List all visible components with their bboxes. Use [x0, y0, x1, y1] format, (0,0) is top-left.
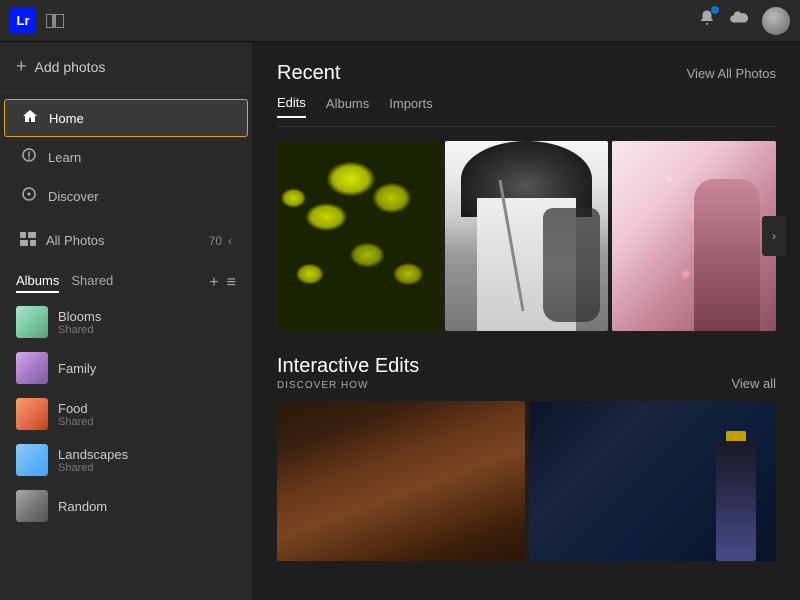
photo-cell-leaves[interactable] [277, 141, 441, 331]
view-all-interactive-link[interactable]: View all [731, 376, 776, 391]
album-thumb-family [16, 352, 48, 384]
album-info-blooms: Blooms Shared [58, 309, 101, 336]
interactive-cell-hair[interactable] [277, 401, 525, 561]
app-body: + Add photos Home Lear [0, 42, 800, 600]
album-sub-blooms: Shared [58, 324, 101, 336]
panels-icon[interactable] [44, 10, 66, 32]
album-info-food: Food Shared [58, 401, 93, 428]
album-thumb-landscapes [16, 444, 48, 476]
cloud-icon[interactable] [728, 10, 750, 31]
list-item[interactable]: Random [0, 483, 252, 529]
album-name-landscapes: Landscapes [58, 447, 128, 462]
album-sub-landscapes: Shared [58, 462, 128, 474]
interactive-edits-header: Interactive Edits DISCOVER HOW View all [277, 355, 776, 391]
album-info-landscapes: Landscapes Shared [58, 447, 128, 474]
album-sub-food: Shared [58, 416, 93, 428]
discover-how-label: DISCOVER HOW [277, 380, 419, 391]
discover-icon [20, 186, 38, 206]
sidebar-all-photos[interactable]: All Photos 70 ‹ [4, 223, 248, 258]
photo-nav-right[interactable]: › [762, 216, 786, 256]
interactive-grid [277, 401, 776, 561]
interactive-title-group: Interactive Edits DISCOVER HOW [277, 355, 419, 391]
add-photos-button[interactable]: + Add photos [0, 42, 252, 92]
tab-albums[interactable]: Albums [16, 273, 59, 293]
tab-shared[interactable]: Shared [71, 273, 113, 293]
albums-header: Albums Shared + ≡ [0, 263, 252, 299]
sidebar: + Add photos Home Lear [0, 42, 253, 600]
bell-badge [711, 6, 719, 14]
sidebar-home-label: Home [49, 111, 84, 126]
lr-logo: Lr [10, 8, 36, 34]
albums-actions: + ≡ [209, 274, 236, 292]
photo-grid: › [277, 141, 776, 331]
all-photos-icon [20, 232, 36, 249]
learn-icon [20, 147, 38, 167]
avatar[interactable] [762, 7, 790, 35]
sidebar-item-home[interactable]: Home [4, 99, 248, 137]
add-album-icon[interactable]: + [209, 274, 218, 292]
album-info-family: Family [58, 361, 96, 376]
sidebar-learn-label: Learn [48, 150, 81, 165]
album-thumb-food [16, 398, 48, 430]
album-name-blooms: Blooms [58, 309, 101, 324]
home-icon [21, 109, 39, 127]
list-item[interactable]: Food Shared [0, 391, 252, 437]
album-thumb-random [16, 490, 48, 522]
sort-albums-icon[interactable]: ≡ [227, 274, 236, 292]
album-name-random: Random [58, 499, 107, 514]
album-thumb-blooms [16, 306, 48, 338]
header-right [698, 7, 790, 35]
interactive-edits-section: Interactive Edits DISCOVER HOW View all [277, 355, 776, 561]
tab-edits[interactable]: Edits [277, 95, 306, 118]
list-item[interactable]: Landscapes Shared [0, 437, 252, 483]
all-photos-label: All Photos [46, 233, 105, 248]
album-info-random: Random [58, 499, 107, 514]
albums-tabs: Albums Shared [16, 273, 113, 293]
list-item[interactable]: Blooms Shared [0, 299, 252, 345]
albums-list: Blooms Shared Family Food Shared [0, 299, 252, 529]
all-photos-right: 70 ‹ [209, 234, 232, 248]
main-content: Recent View All Photos Edits Albums Impo… [253, 42, 800, 600]
list-item[interactable]: Family [0, 345, 252, 391]
all-photos-count: 70 [209, 234, 222, 248]
sidebar-discover-label: Discover [48, 189, 99, 204]
album-name-family: Family [58, 361, 96, 376]
plus-icon: + [16, 56, 27, 77]
view-all-photos-link[interactable]: View All Photos [687, 66, 776, 81]
add-photos-label: Add photos [35, 59, 106, 75]
bottle-body [716, 441, 756, 561]
bell-icon[interactable] [698, 9, 716, 32]
recent-section-header: Recent View All Photos [277, 62, 776, 85]
sidebar-nav: Home Learn Discover [0, 92, 252, 222]
header-left: Lr [10, 8, 66, 34]
sidebar-item-learn[interactable]: Learn [4, 138, 248, 176]
album-name-food: Food [58, 401, 93, 416]
interactive-cell-bottle[interactable] [529, 401, 777, 561]
sidebar-item-discover[interactable]: Discover [4, 177, 248, 215]
recent-title: Recent [277, 62, 340, 85]
all-photos-left: All Photos [20, 232, 105, 249]
collapse-chevron-icon: ‹ [228, 234, 232, 248]
photo-cell-violin[interactable] [445, 141, 609, 331]
tab-albums[interactable]: Albums [326, 96, 369, 117]
recent-tabs: Edits Albums Imports [277, 95, 776, 127]
tab-imports[interactable]: Imports [389, 96, 432, 117]
photo-cell-cherry[interactable] [612, 141, 776, 331]
app-header: Lr [0, 0, 800, 42]
interactive-edits-title: Interactive Edits [277, 355, 419, 378]
